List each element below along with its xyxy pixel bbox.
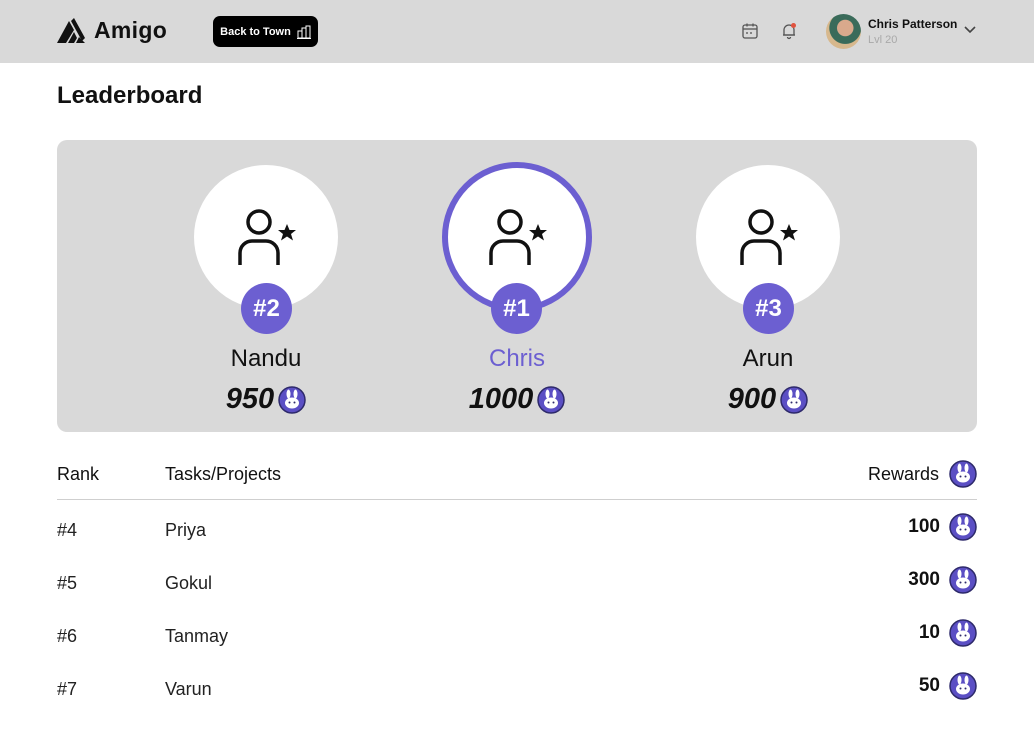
- bunny-coin-icon: [278, 385, 306, 414]
- score-value: 900: [727, 383, 777, 415]
- bunny-coin-icon: [949, 619, 977, 647]
- score-value: 950: [225, 383, 275, 415]
- bunny-coin-icon: [949, 566, 977, 594]
- row-name: Gokul: [165, 573, 213, 593]
- page-title: Leaderboard: [57, 82, 203, 109]
- table-row[interactable]: #4 Priya 100: [57, 512, 977, 552]
- reward-value: 300: [908, 569, 940, 590]
- table-row[interactable]: #7 Varun 50: [57, 671, 977, 711]
- player-name: Nandu: [230, 345, 302, 372]
- notification-dot: [791, 23, 796, 28]
- row-name: Varun: [165, 679, 212, 699]
- user-star-icon: [740, 209, 798, 265]
- bunny-coin-icon: [537, 385, 565, 414]
- score-value: 1000: [468, 383, 534, 415]
- reward-value: 10: [918, 622, 940, 643]
- user-star-icon: [489, 209, 547, 265]
- rank-badge: #1: [491, 283, 542, 334]
- avatar[interactable]: [826, 14, 861, 49]
- reward-value: 50: [918, 675, 940, 696]
- row-name: Priya: [165, 520, 207, 540]
- row-name: Tanmay: [165, 626, 229, 646]
- bunny-coin-icon: [949, 513, 977, 541]
- row-reward: 300: [908, 565, 977, 595]
- row-reward: 100: [908, 512, 977, 542]
- app-logo[interactable]: Amigo: [57, 17, 167, 44]
- rank-badge: #3: [743, 283, 794, 334]
- user-name: Chris Patterson: [868, 17, 958, 31]
- player-score: 950: [176, 383, 356, 416]
- player-name: Chris: [488, 345, 545, 372]
- table-row[interactable]: #6 Tanmay 10: [57, 618, 977, 658]
- column-rewards: Rewards: [867, 464, 939, 484]
- row-reward: 50: [919, 671, 977, 701]
- top-bar: Amigo Back to Town Chris Patterson Lvl 2…: [0, 0, 1034, 63]
- column-rank: Rank: [57, 464, 100, 484]
- bunny-coin-icon: [949, 672, 977, 700]
- row-rank: #6: [57, 626, 78, 646]
- back-to-town-button[interactable]: Back to Town: [213, 16, 318, 47]
- chevron-down-icon[interactable]: [963, 25, 977, 35]
- row-rank: #4: [57, 520, 78, 540]
- player-score: 1000: [427, 383, 607, 416]
- amigo-logo-icon: [57, 17, 85, 43]
- table-row[interactable]: #5 Gokul 300: [57, 565, 977, 605]
- player-score: 900: [678, 383, 858, 416]
- user-star-icon: [238, 209, 296, 265]
- calendar-icon[interactable]: [741, 22, 759, 40]
- column-tasks-projects: Tasks/Projects: [165, 464, 282, 484]
- reward-value: 100: [908, 516, 940, 537]
- table-header: Rank Tasks/Projects Rewards: [57, 460, 977, 500]
- user-level: Lvl 20: [868, 34, 898, 46]
- row-rank: #5: [57, 573, 78, 593]
- buildings-icon: [296, 25, 311, 39]
- bunny-coin-icon: [780, 385, 808, 414]
- row-rank: #7: [57, 679, 78, 699]
- podium-panel: #2 Nandu 950 #1 Chris 1000 #3 Arun 900: [57, 140, 977, 432]
- app-name: Amigo: [94, 17, 168, 43]
- player-name: Arun: [742, 345, 794, 372]
- row-reward: 10: [919, 618, 977, 648]
- back-to-town-label: Back to Town: [220, 25, 291, 38]
- bunny-coin-icon: [949, 460, 977, 488]
- rank-badge: #2: [241, 283, 292, 334]
